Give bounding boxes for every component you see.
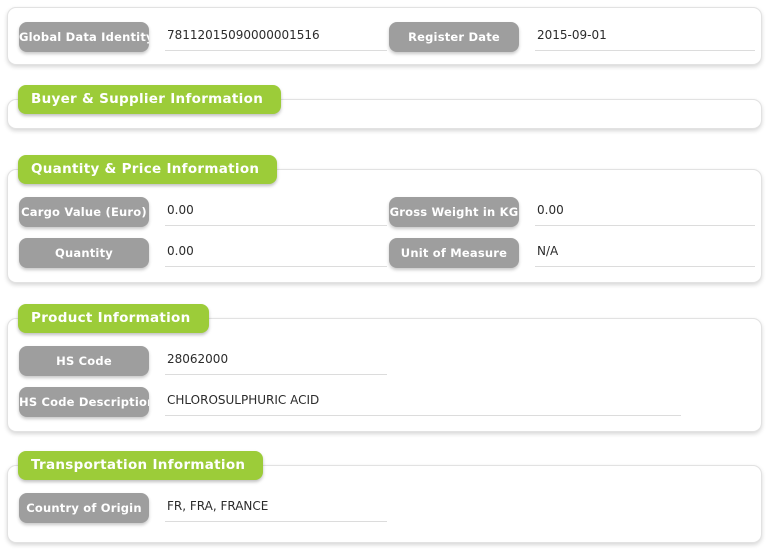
field-label-gross-weight: Gross Weight in KG	[389, 197, 519, 227]
field-value-cargo-value[interactable]: 0.00	[165, 197, 387, 226]
field-label-country-of-origin: Country of Origin	[19, 493, 149, 523]
field-hs-code-description: HS Code Description CHLOROSULPHURIC ACID	[19, 387, 681, 417]
field-value-country-of-origin[interactable]: FR, FRA, FRANCE	[165, 493, 387, 522]
field-unit-of-measure: Unit of Measure N/A	[389, 238, 755, 268]
field-label-global-data-identity: Global Data Identity	[19, 22, 149, 52]
field-register-date: Register Date 2015-09-01	[389, 22, 755, 52]
field-global-data-identity: Global Data Identity 7811201509000000151…	[19, 22, 387, 52]
field-country-of-origin: Country of Origin FR, FRA, FRANCE	[19, 493, 387, 523]
field-value-global-data-identity[interactable]: 78112015090000001516	[165, 22, 387, 51]
field-value-quantity[interactable]: 0.00	[165, 238, 387, 267]
field-value-unit-of-measure[interactable]: N/A	[535, 238, 755, 267]
field-gross-weight: Gross Weight in KG 0.00	[389, 197, 755, 227]
field-value-hs-code-description[interactable]: CHLOROSULPHURIC ACID	[165, 387, 681, 416]
field-quantity: Quantity 0.00	[19, 238, 387, 268]
field-hs-code: HS Code 28062000	[19, 346, 387, 376]
field-cargo-value: Cargo Value (Euro) 0.00	[19, 197, 387, 227]
field-label-quantity: Quantity	[19, 238, 149, 268]
field-label-cargo-value: Cargo Value (Euro)	[19, 197, 149, 227]
field-value-gross-weight[interactable]: 0.00	[535, 197, 755, 226]
record-detail-page: Global Data Identity 7811201509000000151…	[0, 0, 769, 551]
field-value-hs-code[interactable]: 28062000	[165, 346, 387, 375]
panel-identity: Global Data Identity 7811201509000000151…	[7, 7, 762, 65]
field-value-register-date[interactable]: 2015-09-01	[535, 22, 755, 51]
field-label-hs-code: HS Code	[19, 346, 149, 376]
section-header-quantity-price: Quantity & Price Information	[18, 155, 278, 184]
field-label-unit-of-measure: Unit of Measure	[389, 238, 519, 268]
panel-product: HS Code 28062000 HS Code Description CHL…	[7, 318, 762, 432]
section-header-transportation: Transportation Information	[18, 451, 264, 480]
field-label-hs-code-description: HS Code Description	[19, 387, 149, 417]
panel-quantity-price: Cargo Value (Euro) 0.00 Gross Weight in …	[7, 169, 762, 283]
section-header-product: Product Information	[18, 304, 209, 333]
field-label-register-date: Register Date	[389, 22, 519, 52]
section-header-buyer-supplier: Buyer & Supplier Information	[18, 85, 282, 114]
